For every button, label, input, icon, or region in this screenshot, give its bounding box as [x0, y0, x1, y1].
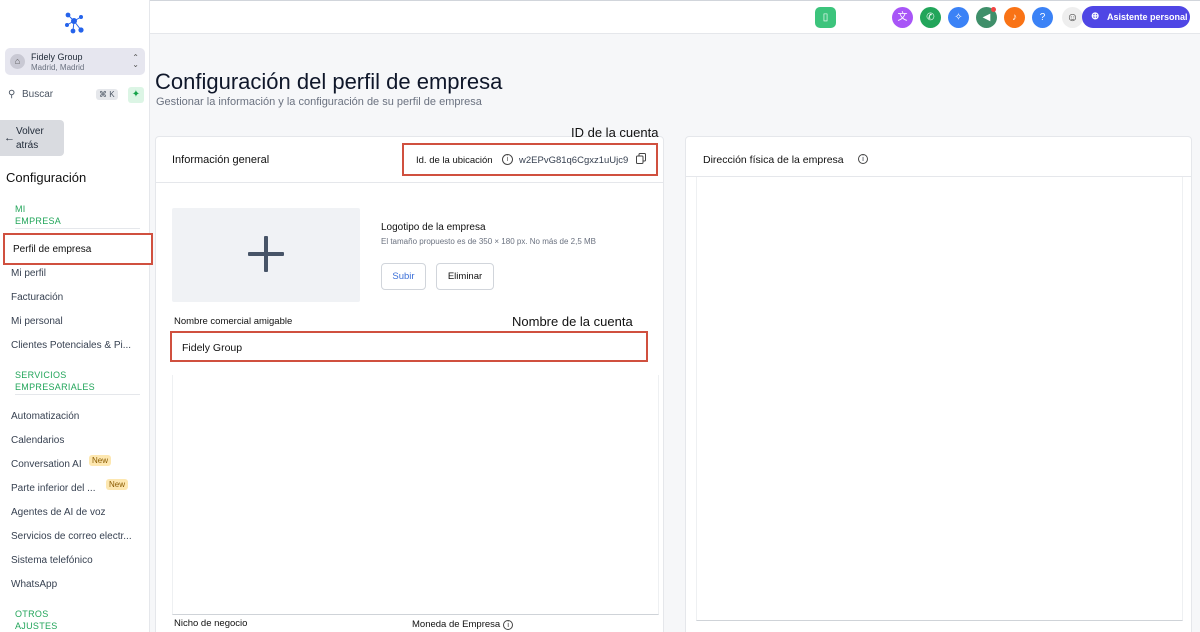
- account-name: Fidely Group: [31, 52, 83, 62]
- mobile-app-icon[interactable]: ▯: [815, 7, 836, 28]
- section-label: MI: [15, 204, 26, 214]
- logo-hint: El tamaño propuesto es de 350 × 180 px. …: [381, 237, 597, 246]
- info-icon[interactable]: i: [503, 620, 514, 630]
- sidebar-item-clientes-potenciales[interactable]: Clientes Potenciales & Pi...: [11, 340, 131, 351]
- assistant-label: Asistente personal: [1107, 12, 1188, 22]
- back-label-2: atrás: [16, 140, 39, 151]
- sidebar-item-sistema-telefonico[interactable]: Sistema telefónico: [11, 555, 93, 566]
- translate-icon[interactable]: 文: [892, 7, 913, 28]
- location-id-row: Id. de la ubicación i w2EPvG81q6Cgxz1uUj…: [402, 143, 658, 176]
- app-logo-icon[interactable]: [62, 11, 86, 35]
- back-button[interactable]: ← Volver atrás: [0, 120, 64, 156]
- user-avatar[interactable]: ☺: [1062, 7, 1083, 28]
- friendly-name-label: Nombre comercial amigable: [174, 316, 293, 327]
- sidebar-item-facturacion[interactable]: Facturación: [11, 292, 63, 303]
- chevron-updown-icon: ⌃ ⌄: [132, 53, 139, 69]
- location-id-label: Id. de la ubicación: [416, 155, 493, 166]
- new-badge: New: [89, 455, 112, 466]
- ai-sparkle-icon[interactable]: ✦: [128, 87, 144, 103]
- upload-button[interactable]: Subir: [381, 263, 426, 290]
- back-label-1: Volver: [16, 126, 44, 137]
- logo-title: Logotipo de la empresa: [381, 222, 486, 233]
- sidebar: ⌂ Fidely Group Madrid, Madrid ⌃ ⌄ ⚲ Busca…: [0, 0, 153, 632]
- plus-icon: [248, 236, 284, 272]
- phone-icon[interactable]: ✆: [920, 7, 941, 28]
- form-area: [172, 375, 659, 615]
- section-otros: OTROS AJUSTES: [15, 608, 58, 632]
- annotation-account-name: Nombre de la cuenta: [512, 314, 633, 329]
- sidebar-item-automatizacion[interactable]: Automatización: [11, 411, 79, 422]
- copy-icon[interactable]: [636, 153, 646, 164]
- top-bar: ▯ 文 ✆ ✧ ◀ ♪ ? ☺ ⊕ Asistente personal: [150, 0, 1200, 34]
- address-card: Dirección física de la empresa i: [685, 136, 1192, 632]
- divider: [15, 394, 140, 395]
- address-form-area: [696, 177, 1183, 621]
- account-location: Madrid, Madrid: [31, 63, 85, 72]
- sidebar-item-mi-perfil[interactable]: Mi perfil: [11, 268, 46, 279]
- currency-label: Moneda de Empresa: [412, 619, 501, 630]
- location-avatar-icon: ⌂: [10, 54, 25, 69]
- bell-icon[interactable]: ♪: [1004, 7, 1025, 28]
- card-header: Dirección física de la empresa i: [686, 137, 1191, 177]
- sidebar-item-calendarios[interactable]: Calendarios: [11, 435, 64, 446]
- delete-button[interactable]: Eliminar: [436, 263, 494, 290]
- sidebar-item-mi-personal[interactable]: Mi personal: [11, 316, 63, 327]
- search-label: Buscar: [22, 89, 54, 100]
- sidebar-item-parte-inferior[interactable]: Parte inferior del ...: [11, 483, 95, 494]
- section-label: OTROS: [15, 609, 49, 619]
- friendly-name-input[interactable]: Fidely Group: [170, 331, 648, 362]
- section-label: SERVICIOS: [15, 370, 67, 380]
- location-id-value: w2EPvG81q6Cgxz1uUjc9: [519, 155, 629, 166]
- section-mi-empresa: MI EMPRESA: [15, 203, 61, 227]
- info-icon[interactable]: i: [858, 154, 868, 164]
- arrow-left-icon: ←: [4, 132, 15, 144]
- sparkle-icon[interactable]: ✧: [948, 7, 969, 28]
- friendly-name-value: Fidely Group: [182, 342, 243, 354]
- account-switcher[interactable]: ⌂ Fidely Group Madrid, Madrid ⌃ ⌄: [5, 48, 145, 75]
- section-servicios: SERVICIOS EMPRESARIALES: [15, 369, 95, 393]
- notification-dot: [991, 7, 996, 12]
- search-bar[interactable]: ⚲ Buscar ⌘ K ✦: [8, 87, 148, 103]
- shortcut-hint: ⌘ K: [96, 89, 118, 100]
- section-label: EMPRESA: [15, 216, 62, 226]
- sidebar-item-correo[interactable]: Servicios de correo electr...: [11, 531, 132, 542]
- page-subtitle: Gestionar la información y la configurac…: [156, 96, 482, 108]
- card-title: Dirección física de la empresa: [703, 154, 844, 166]
- sidebar-item-whatsapp[interactable]: WhatsApp: [11, 579, 57, 590]
- section-label: AJUSTES: [15, 621, 58, 631]
- globe-icon: ⊕: [1091, 11, 1100, 22]
- currency-label-row: Moneda de Empresa i: [412, 619, 514, 630]
- new-badge: New: [106, 479, 129, 490]
- info-icon[interactable]: i: [502, 154, 513, 165]
- business-niche-label: Nicho de negocio: [174, 618, 248, 629]
- settings-title: Configuración: [6, 170, 87, 185]
- sidebar-item-conversation-ai[interactable]: Conversation AI: [11, 459, 82, 470]
- personal-assistant-button[interactable]: ⊕ Asistente personal: [1082, 6, 1190, 28]
- section-label: EMPRESARIALES: [15, 382, 95, 392]
- search-icon: ⚲: [8, 89, 16, 100]
- sidebar-item-perfil-empresa[interactable]: Perfil de empresa: [3, 233, 153, 265]
- page-title: Configuración del perfil de empresa: [155, 69, 503, 94]
- help-icon[interactable]: ?: [1032, 7, 1053, 28]
- divider: [15, 228, 140, 229]
- logo-upload-area[interactable]: [172, 208, 360, 302]
- card-title: Información general: [172, 154, 270, 166]
- annotation-account-id: ID de la cuenta: [571, 125, 659, 140]
- sidebar-item-agentes-voz[interactable]: Agentes de AI de voz: [11, 507, 106, 518]
